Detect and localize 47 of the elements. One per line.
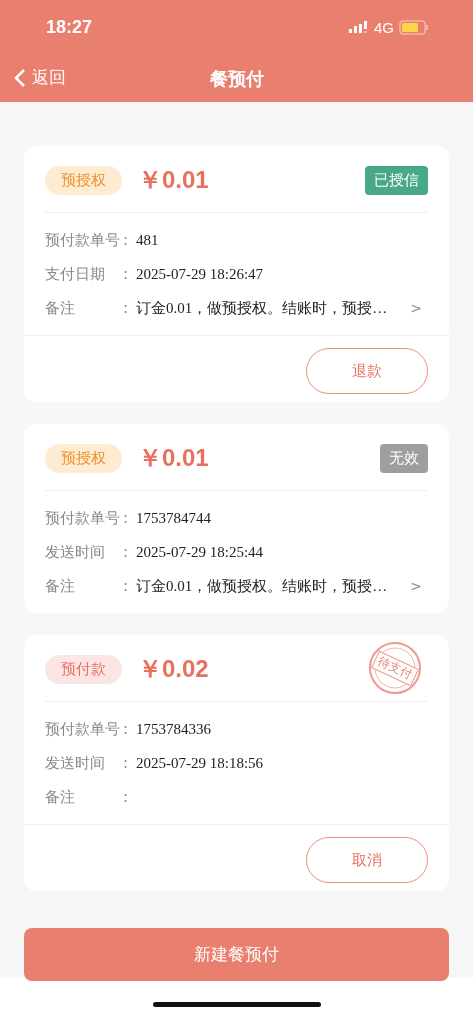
network-label: 4G — [374, 19, 394, 36]
field-label: 备注 — [45, 787, 76, 807]
field-label: 预付款单号 — [45, 230, 121, 250]
type-tag: 预授权 — [45, 443, 122, 473]
field-colon: : — [123, 543, 130, 561]
field-colon: : — [123, 265, 130, 283]
battery-icon — [399, 20, 429, 35]
field-value: 481 — [136, 231, 160, 249]
field-label: 支付日期 — [45, 264, 106, 284]
more-arrow[interactable]: > — [410, 300, 422, 316]
field-value: 订金0.01，做预授权。结账时，预授… — [136, 298, 389, 318]
field-colon: : — [123, 754, 130, 772]
field-value: 1753784744 — [136, 509, 212, 527]
amount: ￥0.02 — [138, 654, 209, 684]
status-badge: 已授信 — [365, 165, 428, 195]
back-icon — [14, 67, 26, 88]
field-colon: : — [123, 509, 130, 527]
field-label: 发送时间 — [45, 542, 106, 562]
field-value: 1753784336 — [136, 720, 212, 738]
type-tag: 预授权 — [45, 165, 122, 195]
status-stamp: 待支付 — [366, 641, 424, 695]
field-label: 预付款单号 — [45, 719, 121, 739]
field-value: 2025-07-29 18:18:56 — [136, 754, 265, 772]
amount: ￥0.01 — [138, 443, 209, 473]
field-value: 2025-07-29 18:26:47 — [136, 265, 265, 283]
type-tag: 预付款 — [45, 654, 122, 684]
field-colon: : — [123, 299, 130, 317]
field-value: 2025-07-29 18:25:44 — [136, 543, 265, 561]
status-time: 18:27 — [46, 17, 93, 38]
field-label: 备注 — [45, 576, 76, 596]
field-label: 预付款单号 — [45, 508, 121, 528]
more-arrow[interactable]: > — [410, 578, 422, 594]
back-button[interactable]: 返回 — [14, 66, 66, 89]
new-prepayment-button[interactable]: 新建餐预付 — [24, 928, 449, 981]
status-badge: 无效 — [380, 443, 428, 473]
field-label: 发送时间 — [45, 753, 106, 773]
field-colon: : — [123, 577, 130, 595]
field-value: 订金0.01，做预授权。结账时，预授… — [136, 576, 389, 596]
field-colon: : — [123, 788, 130, 806]
action-button[interactable]: 退款 — [306, 348, 428, 394]
page-title: 餐预付 — [209, 66, 264, 91]
field-colon: : — [123, 720, 130, 738]
signal-icon — [349, 20, 369, 35]
field-colon: : — [123, 231, 130, 249]
action-button[interactable]: 取消 — [306, 837, 428, 883]
amount: ￥0.01 — [138, 165, 209, 195]
field-label: 备注 — [45, 298, 76, 318]
